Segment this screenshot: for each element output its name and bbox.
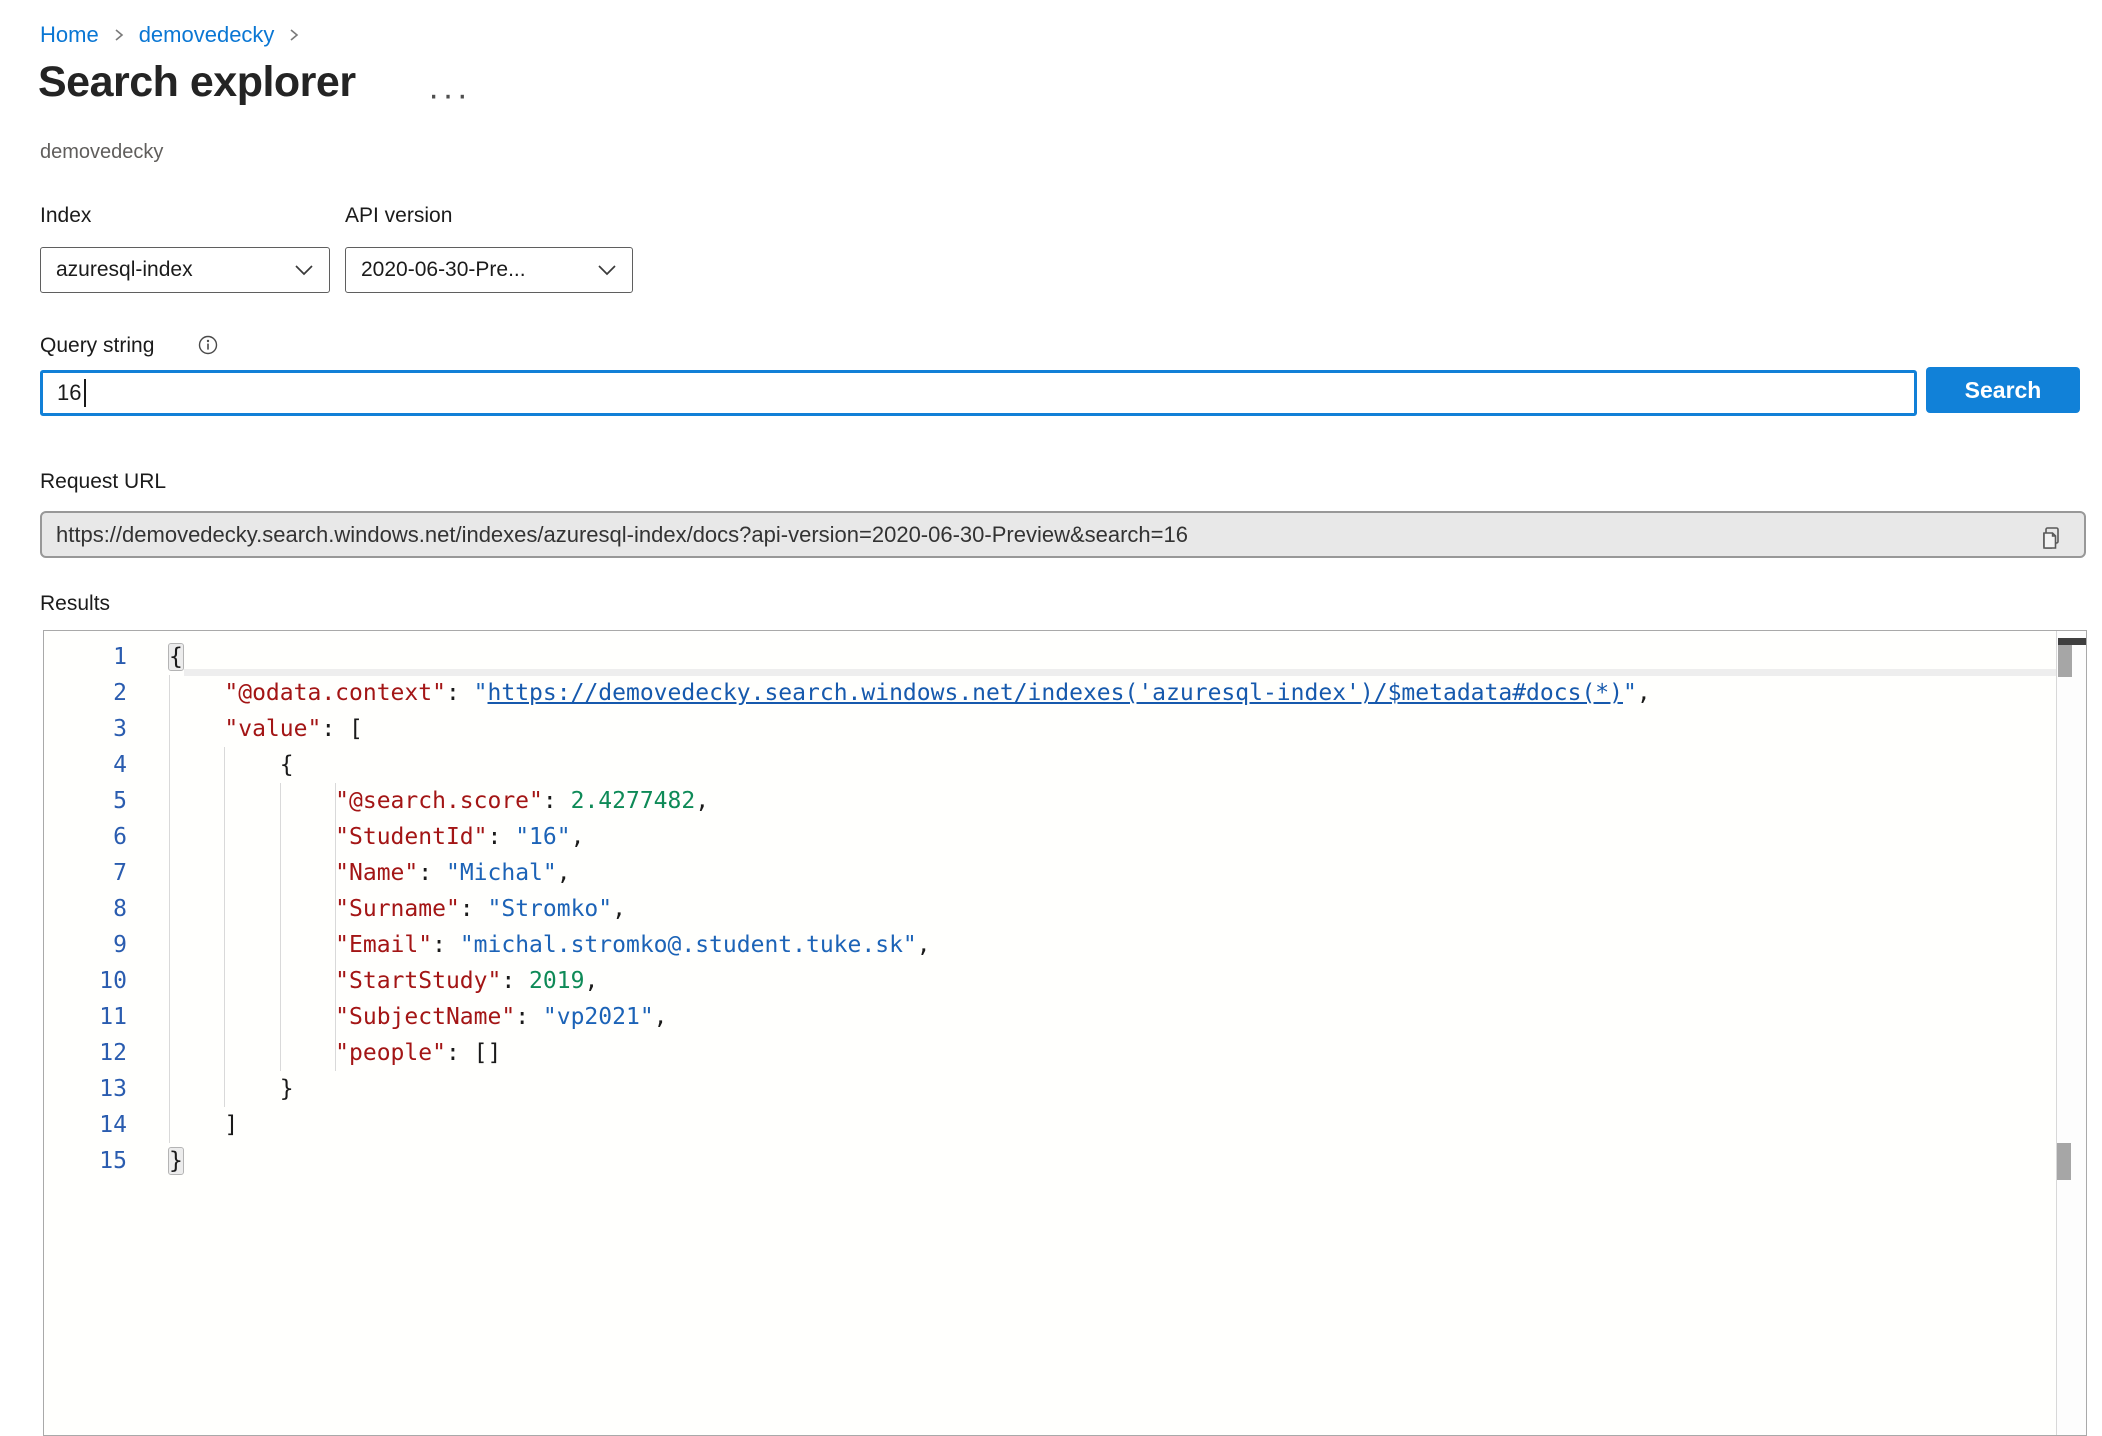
page-subtitle: demovedecky [40, 141, 163, 164]
json-code: { "@odata.context": "https://demovedecky… [169, 639, 1651, 1179]
code-line: ] [169, 1107, 1651, 1143]
results-json-editor[interactable]: 123456789101112131415 { "@odata.context"… [43, 630, 2087, 1436]
page-title: Search explorer [38, 58, 356, 107]
line-number: 6 [44, 819, 127, 855]
code-line: } [169, 1071, 1651, 1107]
line-number: 9 [44, 927, 127, 963]
query-input-wrap [40, 370, 1917, 416]
code-line: "StudentId": "16", [169, 819, 1651, 855]
line-number: 15 [44, 1143, 127, 1179]
chevron-right-icon [288, 29, 300, 41]
index-dropdown-value: azuresql-index [56, 258, 193, 282]
api-version-label: API version [345, 204, 452, 228]
breadcrumb-home-link[interactable]: Home [40, 22, 99, 48]
line-number: 12 [44, 1035, 127, 1071]
editor-scroller: { "@odata.context": "https://demovedecky… [169, 631, 2056, 1435]
request-url-value: https://demovedecky.search.windows.net/i… [56, 522, 2070, 548]
query-input[interactable] [40, 370, 1917, 416]
chevron-down-icon [294, 264, 314, 276]
line-number: 4 [44, 747, 127, 783]
code-line: { [169, 747, 1651, 783]
code-line: "SubjectName": "vp2021", [169, 999, 1651, 1035]
line-number: 3 [44, 711, 127, 747]
line-number: 1 [44, 639, 127, 675]
results-label: Results [40, 592, 110, 616]
index-label: Index [40, 204, 91, 228]
line-number: 2 [44, 675, 127, 711]
request-url-field[interactable]: https://demovedecky.search.windows.net/i… [40, 511, 2086, 558]
breadcrumb: Home demovedecky [40, 22, 300, 48]
line-number: 8 [44, 891, 127, 927]
code-line: } [169, 1143, 1651, 1179]
editor-vertical-scrollbar [2056, 631, 2086, 1435]
text-caret [84, 379, 86, 407]
line-number-gutter: 123456789101112131415 [44, 639, 169, 1179]
query-string-label: Query string [40, 334, 154, 358]
code-line: "value": [ [169, 711, 1651, 747]
index-dropdown[interactable]: azuresql-index [40, 247, 330, 293]
line-number: 14 [44, 1107, 127, 1143]
scrollbar-decoration [2058, 638, 2086, 645]
chevron-down-icon [597, 264, 617, 276]
code-line: "Email": "michal.stromko@.student.tuke.s… [169, 927, 1651, 963]
breadcrumb-demovedecky-link[interactable]: demovedecky [139, 22, 275, 48]
scrollbar-thumb[interactable] [2058, 645, 2072, 677]
code-line: "@odata.context": "https://demovedecky.s… [169, 675, 1651, 711]
info-icon[interactable] [198, 335, 218, 355]
more-options-icon[interactable]: ··· [428, 78, 471, 112]
request-url-label: Request URL [40, 470, 166, 494]
code-line: "Name": "Michal", [169, 855, 1651, 891]
line-number: 13 [44, 1071, 127, 1107]
line-number: 5 [44, 783, 127, 819]
code-line: { [169, 639, 1651, 675]
search-explorer-page: Home demovedecky Search explorer ··· dem… [0, 0, 2102, 1436]
code-line: "@search.score": 2.4277482, [169, 783, 1651, 819]
code-line: "StartStudy": 2019, [169, 963, 1651, 999]
copy-icon[interactable] [2038, 525, 2064, 551]
api-version-dropdown-value: 2020-06-30-Pre... [361, 258, 526, 282]
line-number: 11 [44, 999, 127, 1035]
line-number: 7 [44, 855, 127, 891]
line-number: 10 [44, 963, 127, 999]
scrollbar-thumb[interactable] [2057, 1143, 2071, 1180]
code-line: "people": [] [169, 1035, 1651, 1071]
api-version-dropdown[interactable]: 2020-06-30-Pre... [345, 247, 633, 293]
chevron-right-icon [113, 29, 125, 41]
code-line: "Surname": "Stromko", [169, 891, 1651, 927]
search-button[interactable]: Search [1926, 367, 2080, 413]
